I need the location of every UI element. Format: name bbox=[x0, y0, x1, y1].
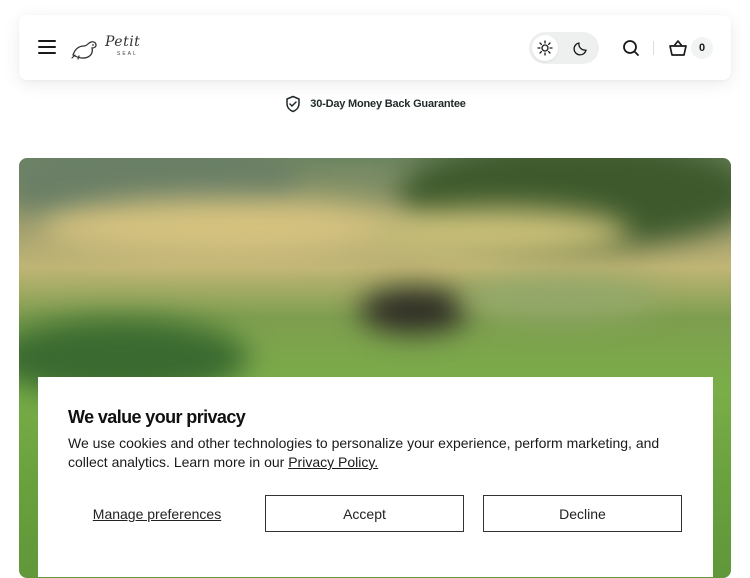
moon-icon bbox=[573, 42, 587, 56]
logo[interactable]: Petit SEAL bbox=[69, 33, 155, 63]
decline-button[interactable]: Decline bbox=[483, 495, 682, 532]
menu-icon[interactable] bbox=[37, 37, 57, 57]
sun-icon bbox=[537, 40, 553, 56]
manage-preferences-button[interactable]: Manage preferences bbox=[68, 495, 246, 533]
privacy-policy-link[interactable]: Privacy Policy. bbox=[288, 454, 378, 470]
header-divider bbox=[653, 41, 654, 55]
cart-icon[interactable] bbox=[667, 37, 689, 59]
light-theme-button[interactable] bbox=[532, 35, 558, 61]
accept-button[interactable]: Accept bbox=[265, 495, 464, 532]
seal-logo-icon bbox=[71, 41, 97, 60]
banner-title: We value your privacy bbox=[68, 407, 246, 427]
dark-theme-button[interactable] bbox=[568, 35, 594, 61]
logo-subtext: SEAL bbox=[117, 51, 138, 57]
banner-body: We use cookies and other technologies to… bbox=[68, 434, 688, 472]
logo-text: Petit bbox=[105, 34, 141, 50]
shield-check-icon bbox=[286, 95, 301, 113]
cookie-consent-banner: We value your privacy We use cookies and… bbox=[38, 377, 713, 577]
cart-count-badge[interactable]: 0 bbox=[691, 37, 713, 59]
guarantee-text: 30-Day Money Back Guarantee bbox=[310, 98, 466, 110]
search-icon[interactable] bbox=[621, 38, 641, 58]
site-header: Petit SEAL 0 bbox=[19, 15, 731, 80]
guarantee-banner: 30-Day Money Back Guarantee bbox=[0, 94, 750, 114]
theme-toggle[interactable] bbox=[529, 32, 599, 64]
